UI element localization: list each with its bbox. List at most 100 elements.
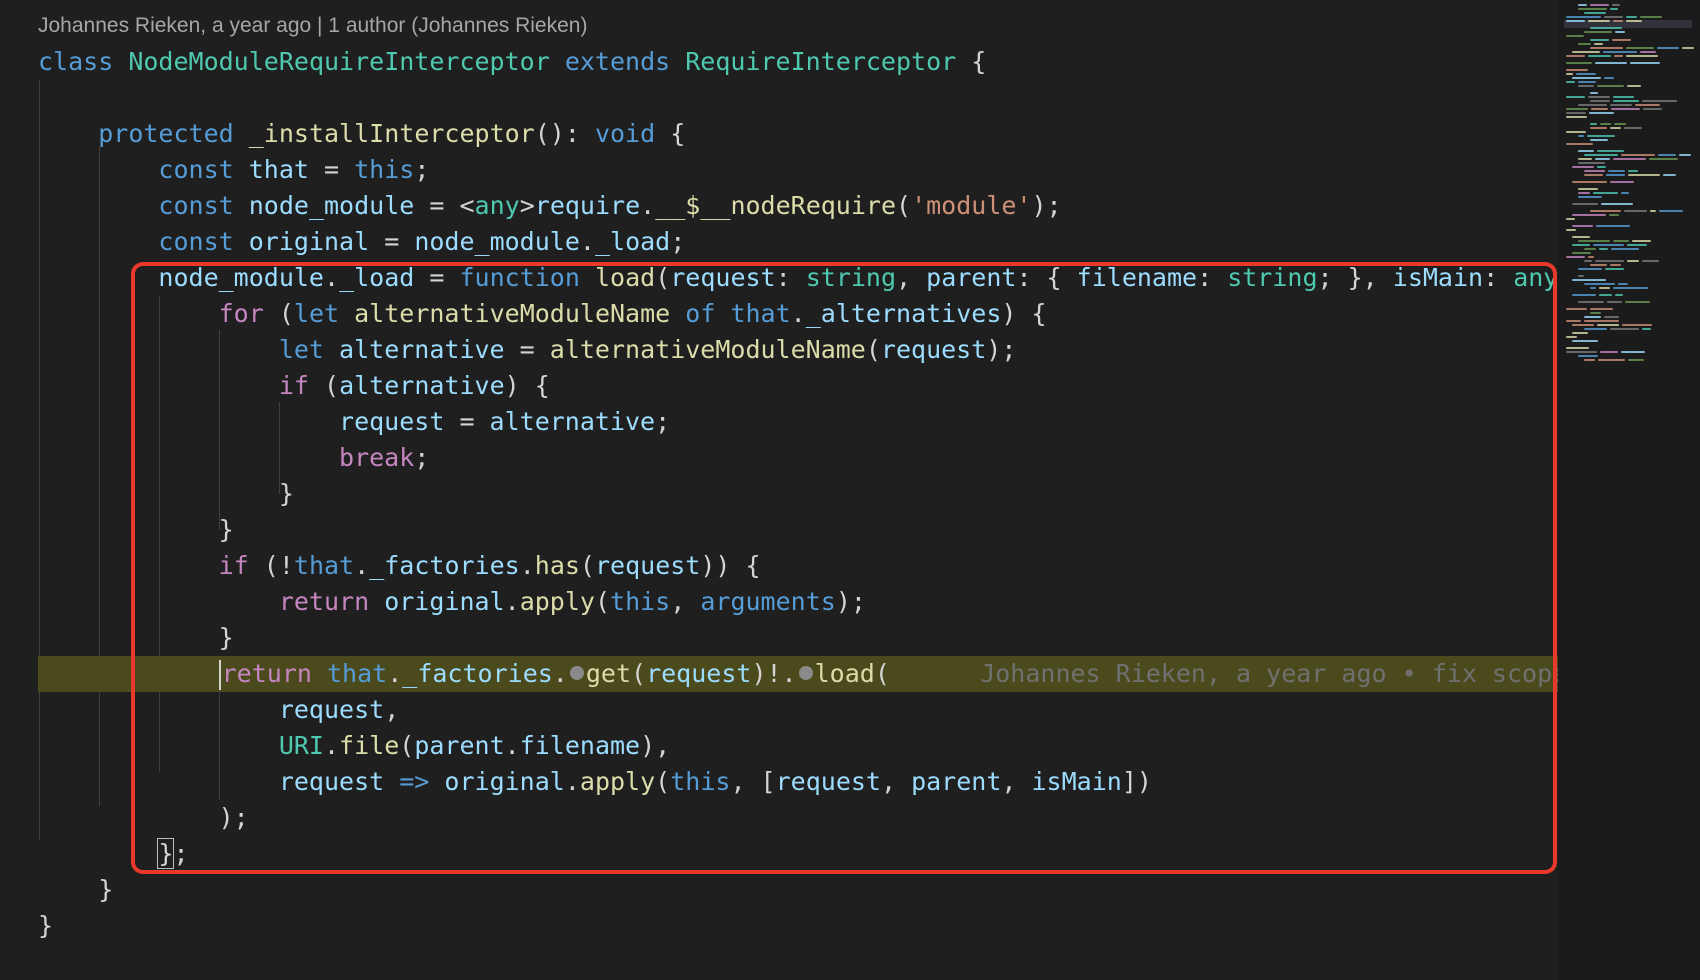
minimap-code-line [1572,214,1606,216]
code-line[interactable]: protected _installInterceptor(): void { [38,116,1558,152]
minimap-code-line [1584,283,1615,285]
minimap-code-line [1659,210,1683,212]
minimap-code-line [1618,283,1628,285]
code-lines[interactable]: class NodeModuleRequireInterceptor exten… [38,44,1558,944]
code-line[interactable]: const that = this; [38,152,1558,188]
minimap-code-line [1612,39,1631,41]
code-line[interactable]: if (alternative) { [38,368,1558,404]
minimap-code-line [1597,150,1624,152]
minimap-code-line [1578,355,1598,357]
minimap-code-line [1621,154,1655,156]
code-line[interactable]: } [38,476,1558,512]
code-line[interactable]: request, [38,692,1558,728]
code-line[interactable]: class NodeModuleRequireInterceptor exten… [38,44,1558,80]
minimap-code-line [1578,275,1584,277]
minimap-code-line [1594,43,1603,45]
minimap-code-line [1584,359,1595,361]
minimap-code-line [1584,170,1605,172]
minimap-code-line [1627,85,1641,87]
minimap-code-line [1578,135,1584,137]
minimap-code-line [1608,170,1625,172]
inlay-dot-icon [798,666,813,680]
minimap-code-line [1679,154,1691,156]
minimap-code-line [1584,316,1601,318]
minimap-code-line [1610,104,1632,106]
code-line[interactable]: } [38,512,1558,548]
minimap-code-line [1603,51,1637,53]
minimap-code-line [1601,203,1633,205]
minimap-code-line [1635,104,1660,106]
minimap-code-line [1657,47,1679,49]
minimap-code-line [1566,35,1584,37]
minimap-code-line [1613,20,1623,22]
code-line[interactable]: request = alternative; [38,404,1558,440]
code-line[interactable]: }; [38,836,1558,872]
minimap-code-line [1566,55,1585,57]
minimap-code-line [1566,62,1592,64]
minimap-code-line [1590,92,1598,94]
minimap-code-line [1584,320,1619,322]
minimap-code-line [1588,96,1610,98]
code-line[interactable]: const node_module = <any>require.__$__no… [38,188,1558,224]
minimap-code-line [1614,123,1626,125]
code-line[interactable]: for (let alternativeModuleName of that._… [38,296,1558,332]
minimap-code-line [1610,328,1639,330]
code-line[interactable]: if (!that._factories.has(request)) { [38,548,1558,584]
minimap-code-line [1599,248,1608,250]
minimap-code-line [1597,85,1624,87]
minimap-code-line [1566,218,1575,220]
minimap-code-line [1566,81,1575,83]
minimap-code-line [1588,55,1611,57]
minimap-code-line [1590,47,1623,49]
minimap-code-line [1572,181,1607,183]
minimap-code-line [1590,127,1607,129]
code-line[interactable]: request => original.apply(this, [request… [38,764,1558,800]
code-line[interactable]: ); [38,800,1558,836]
minimap-code-line [1566,320,1581,322]
minimap-code-line [1630,62,1660,64]
code-editor[interactable]: Johannes Rieken, a year ago | 1 author (… [0,0,1558,980]
minimap-code-line [1590,264,1607,266]
code-line-current[interactable]: return that._factories. get(request)!. loa… [38,656,1558,692]
minimap-code-line [1642,100,1677,102]
minimap-code-line [1609,214,1619,216]
minimap-code-line [1595,260,1624,262]
minimap-code-line [1584,174,1603,176]
code-line[interactable]: const original = node_module._load; [38,224,1558,260]
minimap-code-line [1621,351,1645,353]
code-line[interactable]: node_module._load = function load(reques… [38,260,1558,296]
minimap-code-line [1590,312,1601,314]
minimap-code-line [1578,4,1587,6]
minimap-code-line [1627,244,1647,246]
minimap-code-line [1566,16,1601,18]
minimap-code-line [1612,4,1620,6]
code-line[interactable]: } [38,872,1558,908]
minimap-code-line [1578,150,1594,152]
code-line[interactable] [38,80,1558,116]
git-codelens[interactable]: Johannes Rieken, a year ago | 1 author (… [38,14,587,38]
minimap-code-line [1627,260,1639,262]
minimap-code-line [1584,12,1606,14]
code-line[interactable]: } [38,908,1558,944]
minimap-code-line [1600,351,1618,353]
minimap-code-line [1572,244,1590,246]
code-line[interactable]: URI.file(parent.filename), [38,728,1558,764]
minimap-code-line [1628,174,1660,176]
minimap-code-line [1649,158,1678,160]
code-line[interactable]: break; [38,440,1558,476]
code-line[interactable]: } [38,620,1558,656]
minimap-code-line [1625,301,1650,303]
minimap-code-line [1566,108,1588,110]
minimap-code-line [1599,287,1610,289]
minimap-code-line [1595,62,1627,64]
inline-blame[interactable]: Johannes Rieken, a year ago • fix scope … [980,659,1558,688]
minimap-code-line [1604,16,1623,18]
minimap-code-line [1578,188,1598,190]
code-line[interactable]: return original.apply(this, arguments); [38,584,1558,620]
minimap[interactable] [1558,0,1700,980]
minimap-code-line [1590,39,1609,41]
minimap-code-line [1605,268,1624,270]
code-line[interactable]: let alternative = alternativeModuleName(… [38,332,1558,368]
minimap-code-line [1593,244,1624,246]
minimap-code-line [1572,294,1596,296]
